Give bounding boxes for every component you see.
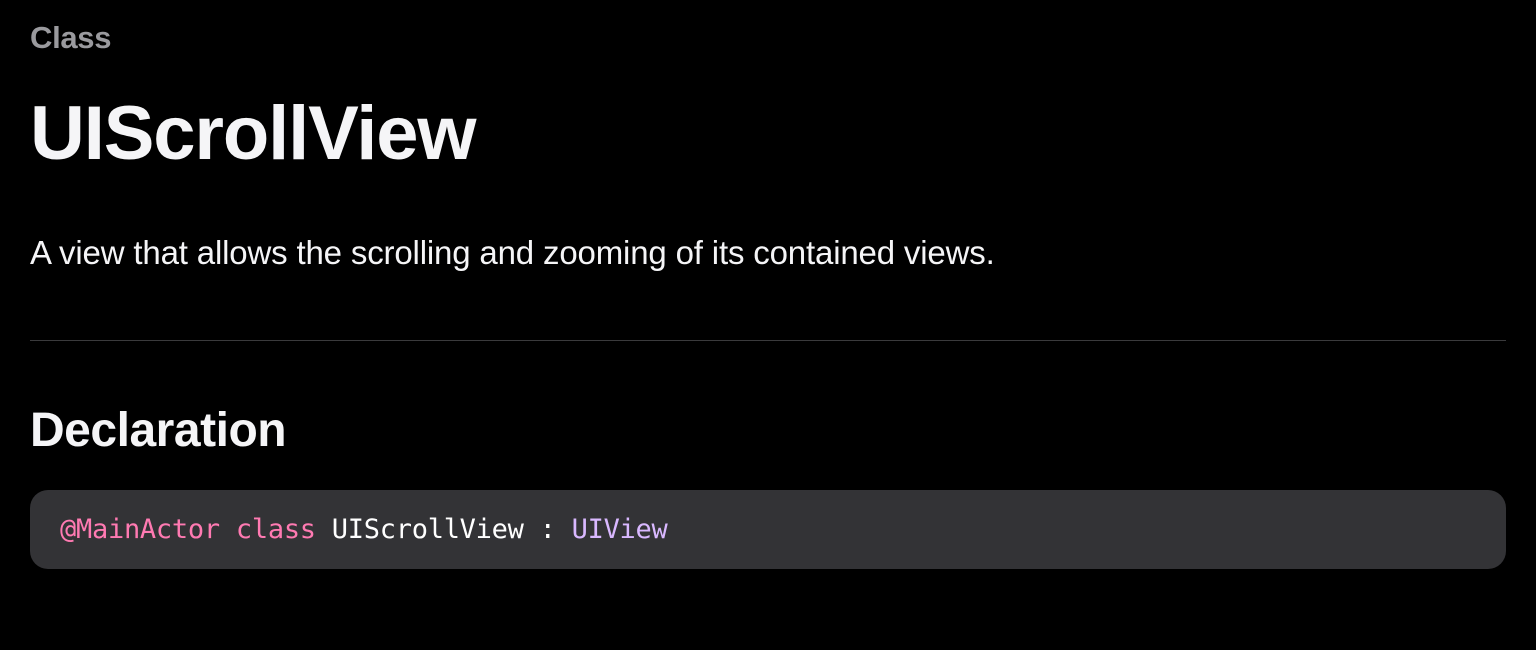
type-label: Class xyxy=(30,20,1506,56)
code-attribute: @MainActor xyxy=(60,514,220,545)
code-colon: : xyxy=(524,514,572,545)
page-title: UIScrollView xyxy=(30,94,1506,174)
section-divider xyxy=(30,340,1506,341)
code-keyword: class xyxy=(236,514,316,545)
declaration-code-block: @MainActor class UIScrollView : UIView xyxy=(30,490,1506,569)
code-class-name: UIScrollView xyxy=(332,514,524,545)
class-description: A view that allows the scrolling and zoo… xyxy=(30,230,1506,276)
declaration-heading: Declaration xyxy=(30,403,1506,458)
code-inherits-link[interactable]: UIView xyxy=(572,514,668,545)
